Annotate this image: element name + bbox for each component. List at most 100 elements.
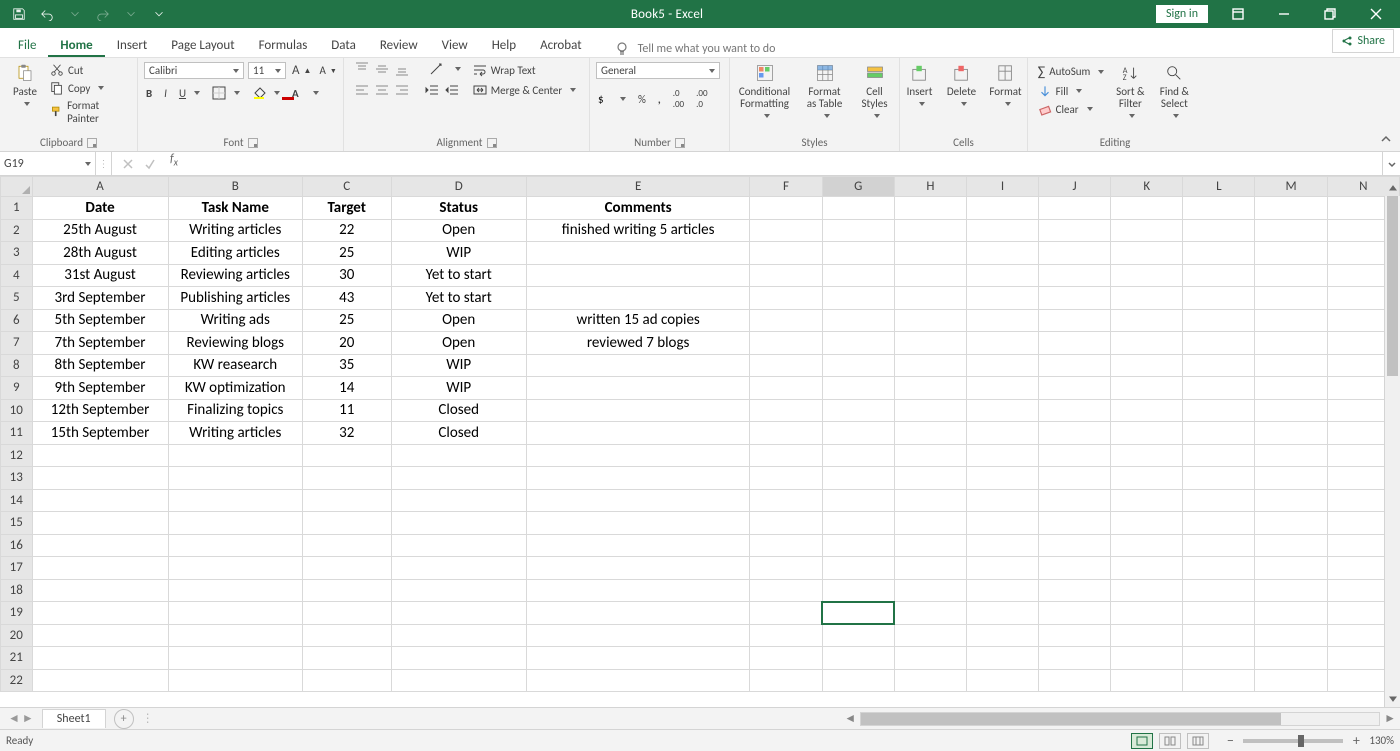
underline-button[interactable]: U xyxy=(177,86,202,101)
cell-M11[interactable] xyxy=(1255,422,1327,445)
cell-A2[interactable]: 25th August xyxy=(32,219,168,242)
cell-J4[interactable] xyxy=(1039,264,1111,287)
cell-I13[interactable] xyxy=(966,467,1038,490)
format-painter-button[interactable]: Format Painter xyxy=(48,98,131,126)
cell-J1[interactable] xyxy=(1039,197,1111,220)
cell-F3[interactable] xyxy=(750,242,822,265)
cell-C9[interactable]: 14 xyxy=(302,377,391,400)
cell-G18[interactable] xyxy=(822,579,894,602)
number-format-select[interactable]: General xyxy=(596,62,720,79)
row-header-22[interactable]: 22 xyxy=(1,669,33,692)
formula-input[interactable] xyxy=(182,152,1382,175)
cell-G13[interactable] xyxy=(822,467,894,490)
cell-H9[interactable] xyxy=(894,377,966,400)
cell-F12[interactable] xyxy=(750,444,822,467)
cell-H14[interactable] xyxy=(894,489,966,512)
cell-H2[interactable] xyxy=(894,219,966,242)
cell-D15[interactable] xyxy=(391,512,526,535)
cell-F6[interactable] xyxy=(750,309,822,332)
cell-C18[interactable] xyxy=(302,579,391,602)
cell-F1[interactable] xyxy=(750,197,822,220)
format-cells-button[interactable]: Format xyxy=(985,62,1027,108)
cell-L22[interactable] xyxy=(1183,669,1255,692)
cell-A16[interactable] xyxy=(32,534,168,557)
decrease-indent-icon[interactable] xyxy=(425,84,439,98)
cell-H8[interactable] xyxy=(894,354,966,377)
redo-icon[interactable] xyxy=(90,2,116,26)
cell-H21[interactable] xyxy=(894,647,966,670)
col-header-M[interactable]: M xyxy=(1255,177,1327,197)
increase-decimal-icon[interactable]: .0.00 xyxy=(671,87,686,111)
row-header-17[interactable]: 17 xyxy=(1,557,33,580)
cell-D11[interactable]: Closed xyxy=(391,422,526,445)
cell-C17[interactable] xyxy=(302,557,391,580)
cell-J2[interactable] xyxy=(1039,219,1111,242)
cell-L2[interactable] xyxy=(1183,219,1255,242)
cell-B21[interactable] xyxy=(168,647,302,670)
cell-M22[interactable] xyxy=(1255,669,1327,692)
cell-M5[interactable] xyxy=(1255,287,1327,310)
cell-K2[interactable] xyxy=(1111,219,1183,242)
cell-L21[interactable] xyxy=(1183,647,1255,670)
zoom-handle[interactable] xyxy=(1298,735,1304,747)
col-header-I[interactable]: I xyxy=(966,177,1038,197)
cell-G7[interactable] xyxy=(822,332,894,355)
accounting-icon[interactable]: $ xyxy=(596,91,628,107)
tab-data[interactable]: Data xyxy=(319,32,368,57)
cell-F14[interactable] xyxy=(750,489,822,512)
cell-L14[interactable] xyxy=(1183,489,1255,512)
row-header-10[interactable]: 10 xyxy=(1,399,33,422)
align-right-icon[interactable] xyxy=(395,84,409,98)
cell-G5[interactable] xyxy=(822,287,894,310)
find-select-button[interactable]: Find & Select xyxy=(1154,62,1194,120)
cell-J16[interactable] xyxy=(1039,534,1111,557)
cell-F16[interactable] xyxy=(750,534,822,557)
cell-F21[interactable] xyxy=(750,647,822,670)
close-button[interactable] xyxy=(1354,0,1398,28)
fill-color-button[interactable] xyxy=(250,85,282,101)
cell-D1[interactable]: Status xyxy=(391,197,526,220)
cell-L19[interactable] xyxy=(1183,602,1255,625)
col-header-C[interactable]: C xyxy=(302,177,391,197)
cell-A18[interactable] xyxy=(32,579,168,602)
cell-G3[interactable] xyxy=(822,242,894,265)
cell-H1[interactable] xyxy=(894,197,966,220)
page-layout-view-icon[interactable] xyxy=(1159,733,1181,749)
cell-A11[interactable]: 15th September xyxy=(32,422,168,445)
row-header-9[interactable]: 9 xyxy=(1,377,33,400)
maximize-button[interactable] xyxy=(1308,0,1352,28)
cell-E17[interactable] xyxy=(526,557,750,580)
zoom-in-icon[interactable]: + xyxy=(1349,732,1363,749)
cell-G20[interactable] xyxy=(822,624,894,647)
name-box[interactable]: G19 xyxy=(0,152,96,175)
cell-C10[interactable]: 11 xyxy=(302,399,391,422)
cell-K10[interactable] xyxy=(1111,399,1183,422)
cell-E18[interactable] xyxy=(526,579,750,602)
cell-G14[interactable] xyxy=(822,489,894,512)
cell-E21[interactable] xyxy=(526,647,750,670)
signin-button[interactable]: Sign in xyxy=(1156,5,1208,23)
cell-H15[interactable] xyxy=(894,512,966,535)
cell-L17[interactable] xyxy=(1183,557,1255,580)
new-sheet-button[interactable]: + xyxy=(114,709,134,729)
cell-J12[interactable] xyxy=(1039,444,1111,467)
cell-K21[interactable] xyxy=(1111,647,1183,670)
cell-F19[interactable] xyxy=(750,602,822,625)
cell-J17[interactable] xyxy=(1039,557,1111,580)
sort-filter-button[interactable]: AZSort & Filter xyxy=(1110,62,1150,120)
font-color-button[interactable]: A xyxy=(290,86,321,101)
merge-center-button[interactable]: Merge & Center xyxy=(471,82,579,98)
cell-F8[interactable] xyxy=(750,354,822,377)
cell-G19[interactable] xyxy=(822,602,894,625)
cell-B4[interactable]: Reviewing articles xyxy=(168,264,302,287)
orientation-icon[interactable] xyxy=(429,62,445,76)
cell-I6[interactable] xyxy=(966,309,1038,332)
col-header-H[interactable]: H xyxy=(894,177,966,197)
cell-M19[interactable] xyxy=(1255,602,1327,625)
cell-A14[interactable] xyxy=(32,489,168,512)
cell-I8[interactable] xyxy=(966,354,1038,377)
cell-J20[interactable] xyxy=(1039,624,1111,647)
cell-E2[interactable]: finished writing 5 articles xyxy=(526,219,750,242)
cell-L7[interactable] xyxy=(1183,332,1255,355)
cell-F4[interactable] xyxy=(750,264,822,287)
